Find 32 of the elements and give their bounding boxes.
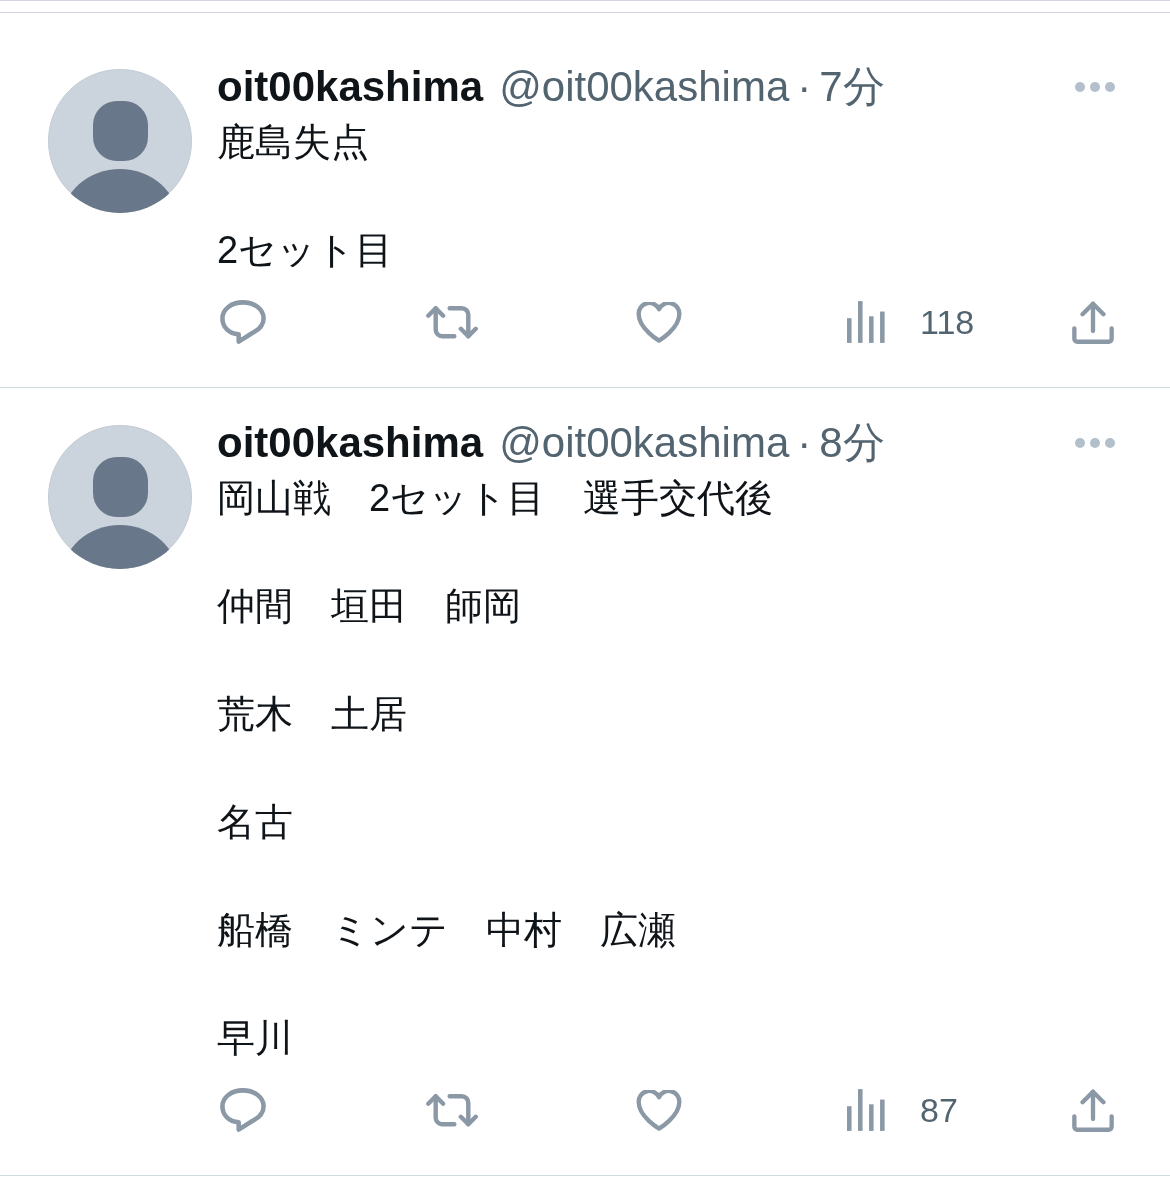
tweet-text-line: 早川 (217, 1016, 293, 1061)
tweet-text-line: 名古 (217, 800, 293, 845)
avatar-icon[interactable] (48, 69, 192, 213)
tweet-text-line: 鹿島失点 (217, 120, 369, 165)
heart-icon[interactable] (636, 301, 682, 343)
heart-icon[interactable] (636, 1089, 682, 1131)
share-icon[interactable] (1072, 300, 1114, 344)
separator: · (797, 419, 812, 467)
tweet-text-line: 仲間 垣田 師岡 (217, 584, 521, 629)
share-icon[interactable] (1072, 1088, 1114, 1132)
bar-chart-icon (847, 1089, 885, 1131)
speech-bubble-icon[interactable] (220, 1088, 266, 1132)
loop-arrows-icon[interactable] (425, 1093, 479, 1127)
more-options-icon[interactable] (1075, 82, 1115, 92)
user-handle[interactable]: @oit00kashima (499, 419, 790, 467)
more-options-icon[interactable] (1075, 438, 1115, 448)
tweet-text-line: 荒木 土居 (217, 692, 407, 737)
tweet-text-line: 岡山戦 2セット目 選手交代後 (217, 476, 774, 521)
views-button[interactable]: 118 (847, 301, 975, 343)
speech-bubble-icon[interactable] (220, 300, 266, 344)
bar-chart-icon (847, 301, 885, 343)
display-name[interactable]: oit00kashima (217, 419, 484, 467)
tweet-text-line: 2セット目 (217, 228, 394, 273)
tweet-text-line: 船橋 ミンテ 中村 広瀬 (217, 908, 676, 953)
timestamp[interactable]: 8分 (819, 415, 885, 471)
avatar-icon[interactable] (48, 425, 192, 569)
timestamp[interactable]: 7分 (819, 59, 885, 115)
user-handle[interactable]: @oit00kashima (499, 63, 790, 111)
separator: · (797, 63, 812, 111)
display-name[interactable]: oit00kashima (217, 63, 484, 111)
views-button[interactable]: 87 (847, 1089, 958, 1131)
loop-arrows-icon[interactable] (425, 305, 479, 339)
